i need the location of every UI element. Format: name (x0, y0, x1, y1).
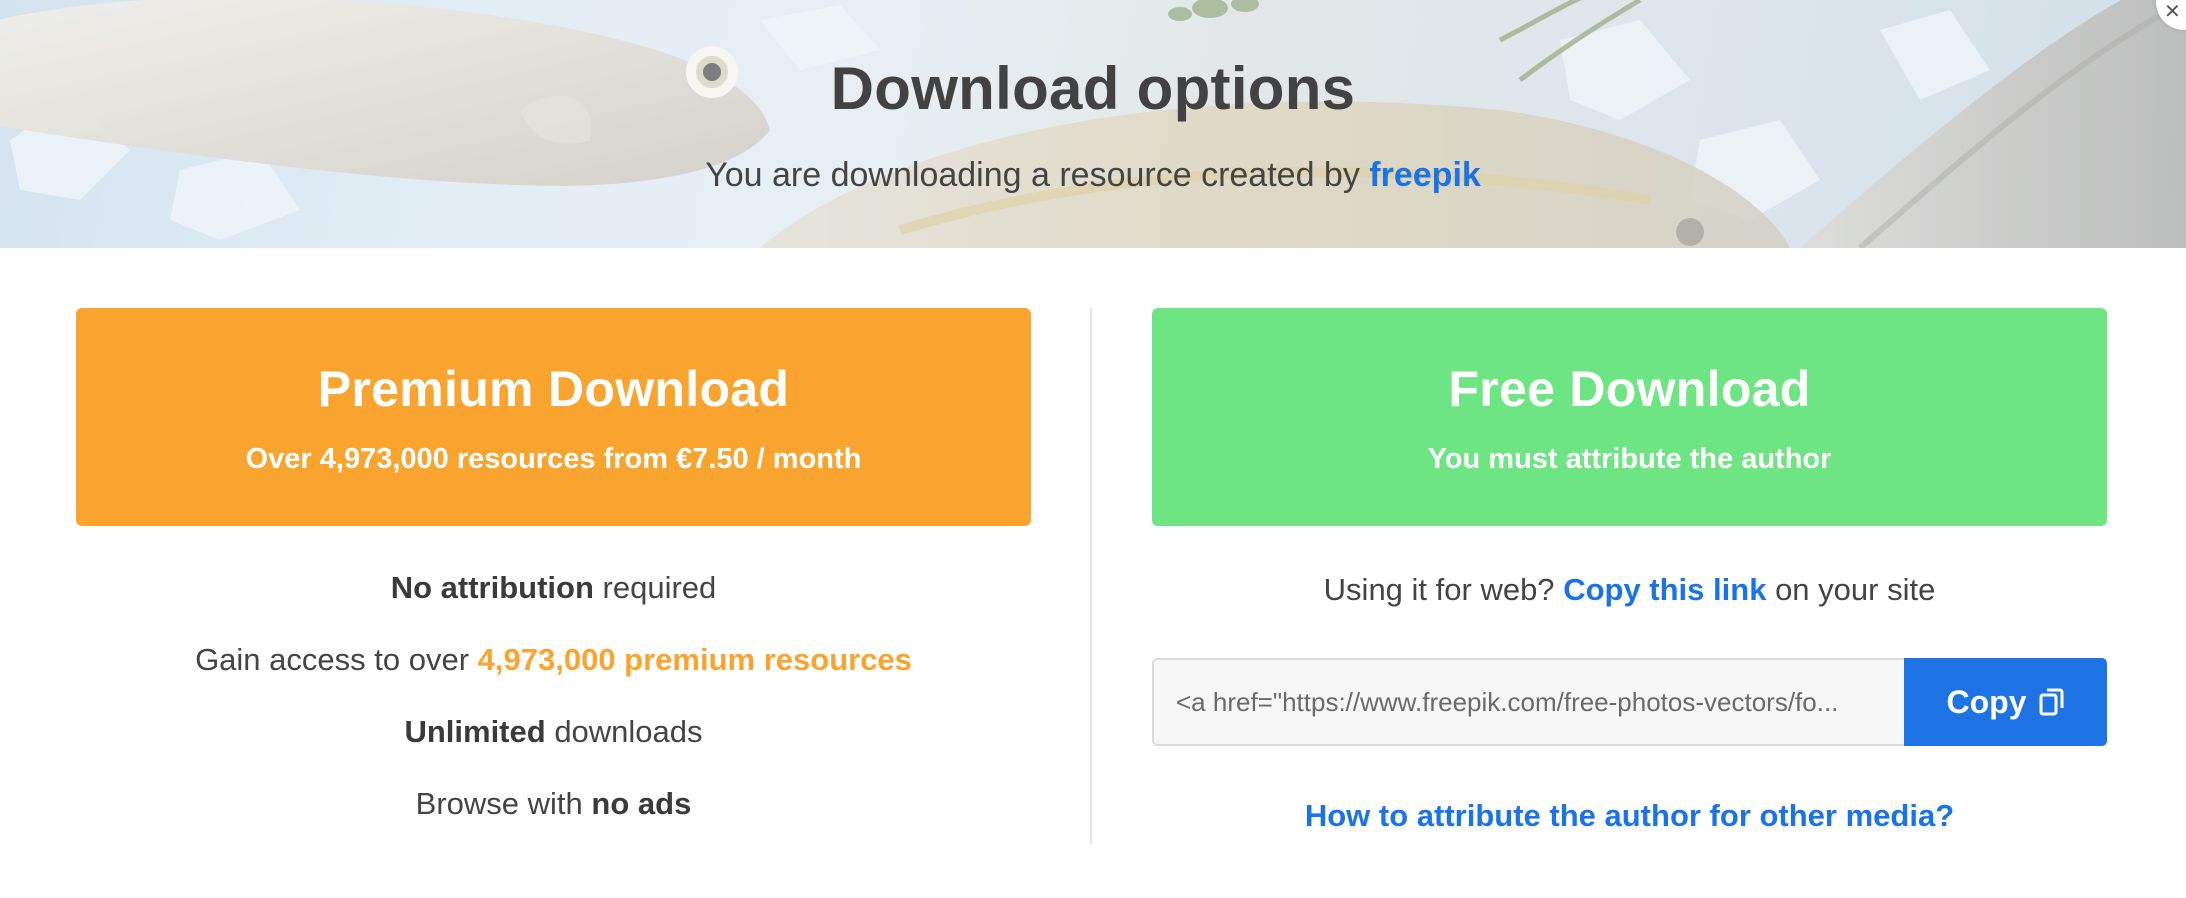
perk-no-attribution-rest: required (602, 570, 717, 605)
column-divider (1090, 308, 1092, 844)
perk-no-ads-bold: no ads (591, 786, 692, 821)
perk-no-ads-prefix: Browse with (415, 786, 583, 821)
author-line-prefix: You are downloading a resource created b… (705, 156, 1360, 194)
web-usage-line: Using it for web? Copy this link on your… (1152, 572, 2107, 608)
free-download-title: Free Download (1448, 361, 1811, 417)
perk-premium-resources-prefix: Gain access to over (195, 642, 470, 677)
premium-download-title: Premium Download (317, 361, 790, 417)
perk-premium-resources-highlight: 4,973,000 premium resources (477, 642, 912, 677)
copy-button[interactable]: Copy (1904, 658, 2107, 746)
free-download-button[interactable]: Free Download You must attribute the aut… (1152, 308, 2107, 526)
premium-download-subtitle: Over 4,973,000 resources from €7.50 / mo… (245, 443, 862, 475)
perk-unlimited-rest: downloads (554, 714, 703, 749)
close-icon: ✕ (2164, 1, 2181, 23)
perk-unlimited-bold: Unlimited (404, 714, 546, 749)
author-link[interactable]: freepik (1369, 156, 1481, 194)
hero-overlay (0, 0, 2186, 248)
attribution-copy-row: <a href="https://www.freepik.com/free-ph… (1152, 658, 2107, 746)
attribution-code-field[interactable]: <a href="https://www.freepik.com/free-ph… (1152, 658, 1904, 746)
perk-no-attribution: No attribution required (76, 570, 1031, 606)
perk-no-ads: Browse with no ads (76, 786, 1031, 822)
free-download-subtitle: You must attribute the author (1427, 443, 1832, 475)
perk-unlimited-downloads: Unlimited downloads (76, 714, 1031, 750)
hero-banner: Download options You are downloading a r… (0, 0, 2186, 248)
copy-icon (2039, 687, 2065, 717)
copy-this-link[interactable]: Copy this link (1563, 572, 1766, 607)
copy-button-label: Copy (1946, 683, 2027, 720)
page-title: Download options (830, 55, 1356, 122)
perk-premium-resources: Gain access to over 4,973,000 premium re… (76, 642, 1031, 678)
resource-author-line: You are downloading a resource created b… (0, 156, 2186, 195)
premium-download-button[interactable]: Premium Download Over 4,973,000 resource… (76, 308, 1031, 526)
web-usage-prefix: Using it for web? (1323, 572, 1555, 607)
attribution-other-media-link[interactable]: How to attribute the author for other me… (1152, 798, 2107, 834)
web-usage-suffix: on your site (1775, 572, 1936, 607)
perk-no-attribution-bold: No attribution (390, 570, 594, 605)
